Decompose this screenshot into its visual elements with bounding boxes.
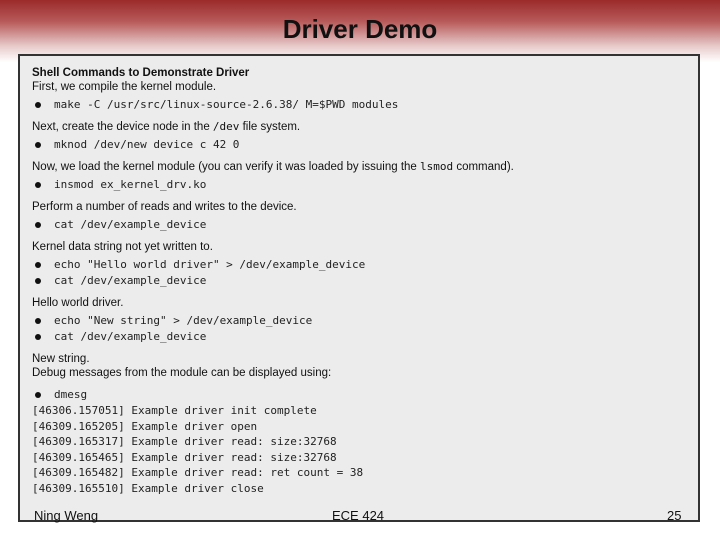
device-node-text: Next, create the device node in the /dev…: [32, 120, 690, 134]
device-node-text-end: file system.: [239, 121, 301, 133]
footer-author: Ning Weng: [34, 508, 99, 523]
screenshot-panel: Shell Commands to Demonstrate Driver Fir…: [18, 54, 700, 522]
command-cat-3: cat /dev/example_device: [32, 329, 690, 345]
command-make: make -C /usr/src/linux-source-2.6.38/ M=…: [32, 97, 690, 113]
slide-title: Driver Demo: [282, 14, 438, 44]
command-insmod: insmod ex_kernel_drv.ko: [32, 177, 690, 193]
command-mknod: mknod /dev/new device c 42 0: [32, 137, 690, 153]
command-cat-2: cat /dev/example_device: [32, 273, 690, 289]
intro-text: First, we compile the kernel module.: [32, 81, 217, 93]
kernel-output-text: Kernel data string not yet written to.: [32, 241, 213, 253]
device-node-text-start: Next, create the device node in the: [32, 121, 213, 133]
command-echo-2: echo "New string" > /dev/example_device: [32, 313, 690, 329]
dev-path-code: /dev: [212, 120, 240, 133]
panel-heading: Shell Commands to Demonstrate Driver: [32, 67, 250, 79]
hello-output-text: Hello world driver.: [32, 297, 124, 309]
dmesg-log-line: [46309.165205] Example driver open: [32, 419, 258, 433]
command-cat-1: cat /dev/example_device: [32, 217, 690, 233]
read-write-text: Perform a number of reads and writes to …: [32, 201, 297, 213]
new-string-output-text: New string.: [32, 353, 90, 365]
command-dmesg: dmesg: [32, 387, 690, 403]
debug-text: Debug messages from the module can be di…: [32, 367, 332, 379]
lsmod-code: lsmod: [420, 160, 454, 173]
load-module-text-start: Now, we load the kernel module (you can …: [32, 161, 421, 173]
dmesg-log-line: [46309.165465] Example driver read: size…: [32, 450, 337, 464]
dmesg-log-line: [46309.165482] Example driver read: ret …: [32, 466, 364, 479]
dmesg-log-line: [46306.157051] Example driver init compl…: [32, 404, 317, 417]
load-module-text-end: command).: [453, 161, 514, 173]
panel-content: Shell Commands to Demonstrate Driver Fir…: [32, 66, 690, 496]
command-echo-1: echo "Hello world driver" > /dev/example…: [32, 257, 690, 273]
footer-page-number: 25: [667, 508, 682, 523]
footer-course: ECE 424: [332, 508, 385, 523]
load-module-text: Now, we load the kernel module (you can …: [32, 160, 690, 174]
dmesg-log-line: [46309.165317] Example driver read: size…: [32, 435, 337, 448]
dmesg-log-line: [46309.165510] Example driver close: [32, 481, 264, 495]
